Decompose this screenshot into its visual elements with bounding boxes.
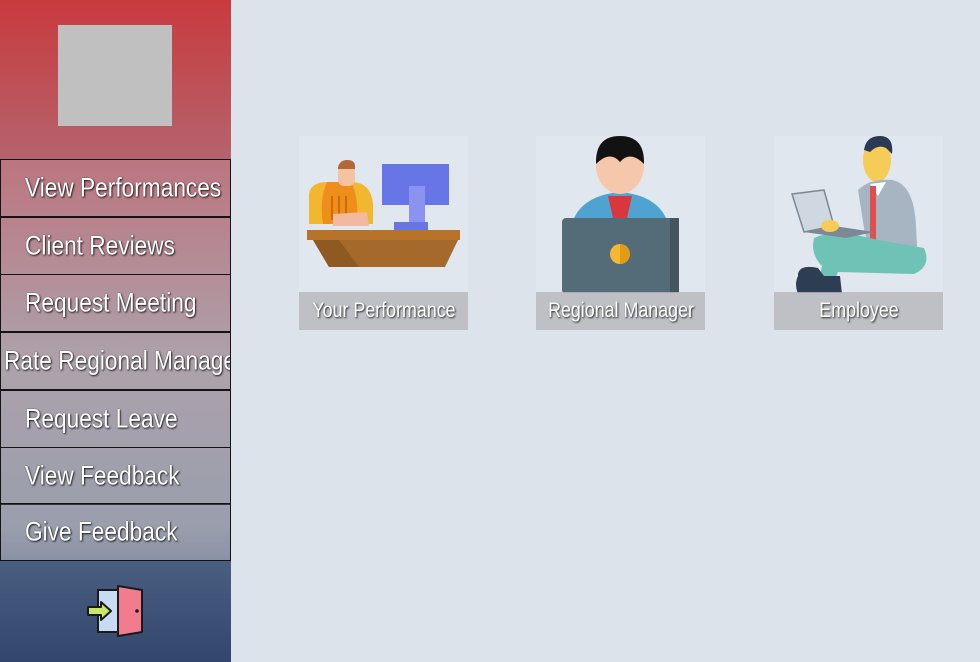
card-label-bar: Regional Manager <box>536 292 705 330</box>
employee-laptop-illustration <box>791 136 927 293</box>
desk-worker-illustration <box>307 160 460 267</box>
card-employee[interactable]: Employee <box>774 136 943 330</box>
sidebar: View Performances Client Reviews Request… <box>0 0 231 662</box>
card-label-bar: Employee <box>774 292 943 330</box>
menu-item-label: Request Meeting <box>25 287 197 318</box>
card-label-bar: Your Performance <box>299 292 468 330</box>
logo-area <box>0 0 231 159</box>
card-label: Employee <box>818 299 899 322</box>
menu-give-feedback[interactable]: Give Feedback <box>0 503 231 561</box>
menu-rate-regional-manager[interactable]: Rate Regional Manager <box>0 332 231 390</box>
menu-item-label: Request Leave <box>25 403 178 434</box>
menu-client-reviews[interactable]: Client Reviews <box>0 217 231 275</box>
menu-item-label: Rate Regional Manager <box>4 345 231 376</box>
card-label: Regional Manager <box>547 299 694 322</box>
logout-door-icon[interactable] <box>86 581 146 641</box>
menu-item-label: Give Feedback <box>25 516 178 547</box>
logo-image-placeholder <box>58 25 172 126</box>
menu-view-feedback[interactable]: View Feedback <box>0 447 231 505</box>
menu-request-leave[interactable]: Request Leave <box>0 390 231 448</box>
menu-item-label: View Performances <box>25 172 222 203</box>
card-your-performance[interactable]: Your Performance <box>299 136 468 330</box>
card-regional-manager[interactable]: Regional Manager <box>536 136 705 330</box>
menu-request-meeting[interactable]: Request Meeting <box>0 274 231 332</box>
menu-item-label: View Feedback <box>25 460 180 491</box>
menu-view-performances[interactable]: View Performances <box>0 159 231 217</box>
manager-laptop-illustration <box>562 136 679 293</box>
card-label: Your Performance <box>311 299 456 322</box>
menu-item-label: Client Reviews <box>25 230 175 261</box>
